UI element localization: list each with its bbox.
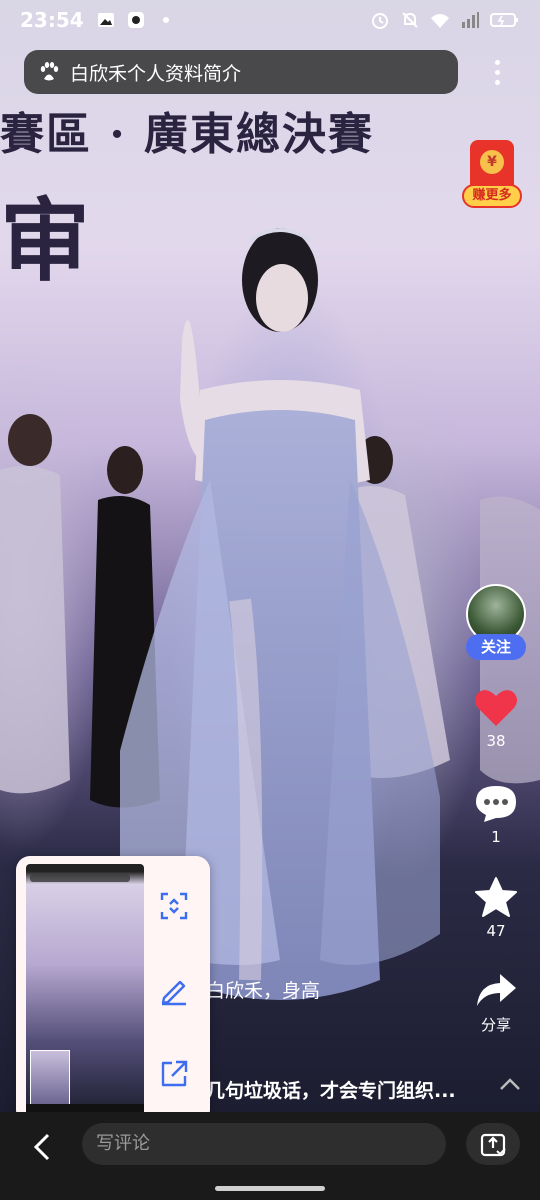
thumbnail-search-bar	[30, 874, 130, 882]
battery-icon	[490, 13, 518, 27]
comment-button[interactable]: 1	[466, 784, 526, 846]
coin-icon: ¥	[480, 150, 504, 174]
chevron-up-icon[interactable]	[498, 1074, 522, 1094]
mute-icon	[402, 12, 418, 28]
red-packet-reward[interactable]: ¥ 赚更多	[462, 138, 522, 212]
status-time: 23:54	[20, 8, 84, 32]
screenshot-thumbnail[interactable]	[26, 864, 144, 1116]
baidu-paw-icon	[40, 62, 59, 81]
back-arrow-icon[interactable]	[28, 1132, 58, 1162]
favorite-button[interactable]: 47	[466, 876, 526, 940]
share-label: 分享	[480, 1016, 511, 1034]
long-screenshot-icon[interactable]	[158, 890, 190, 922]
favorite-count: 47	[486, 922, 506, 940]
more-options-button[interactable]	[482, 52, 512, 92]
caption-line-1: 白欣禾，身高	[206, 980, 321, 1002]
share-out-icon[interactable]	[158, 1058, 190, 1090]
like-button[interactable]: 38	[466, 688, 526, 750]
signal-icon	[462, 12, 479, 28]
image-icon	[97, 13, 114, 27]
share-arrow-icon	[477, 974, 516, 1006]
screenshot-preview-card[interactable]	[16, 856, 210, 1124]
home-indicator[interactable]	[215, 1186, 325, 1191]
heart-icon	[475, 690, 517, 726]
comment-bubble-icon	[476, 786, 516, 822]
banner-text-line-2: 审	[0, 188, 90, 294]
like-count: 38	[486, 732, 506, 750]
star-icon	[475, 877, 517, 917]
wifi-icon	[431, 14, 449, 28]
alarm-icon	[372, 13, 388, 29]
comment-input[interactable]: 写评论	[82, 1123, 446, 1165]
follow-button[interactable]: 关注	[466, 634, 526, 660]
share-button[interactable]: 分享	[466, 970, 526, 1035]
more-dot-icon	[494, 59, 500, 65]
caption-line-2[interactable]: 几句垃圾话，才会专门组织...	[206, 1076, 456, 1103]
more-dot-icon	[494, 69, 500, 75]
dot-icon	[162, 17, 169, 23]
more-dot-icon	[494, 79, 500, 85]
banner-text-line-1: 賽區 · 廣東總決賽	[0, 109, 374, 160]
red-packet-label: 赚更多	[462, 184, 522, 208]
edit-pen-icon[interactable]	[158, 974, 190, 1006]
share-box-icon	[480, 1133, 506, 1157]
search-query: 白欣禾个人资料简介	[70, 62, 242, 85]
search-bar[interactable]: 白欣禾个人资料简介	[24, 50, 458, 94]
status-bar: 23:54	[0, 0, 540, 40]
thumbnail-nested-preview	[30, 1050, 70, 1106]
comment-count: 1	[491, 828, 501, 846]
app-icon	[127, 12, 144, 28]
page-share-button[interactable]	[466, 1123, 520, 1165]
